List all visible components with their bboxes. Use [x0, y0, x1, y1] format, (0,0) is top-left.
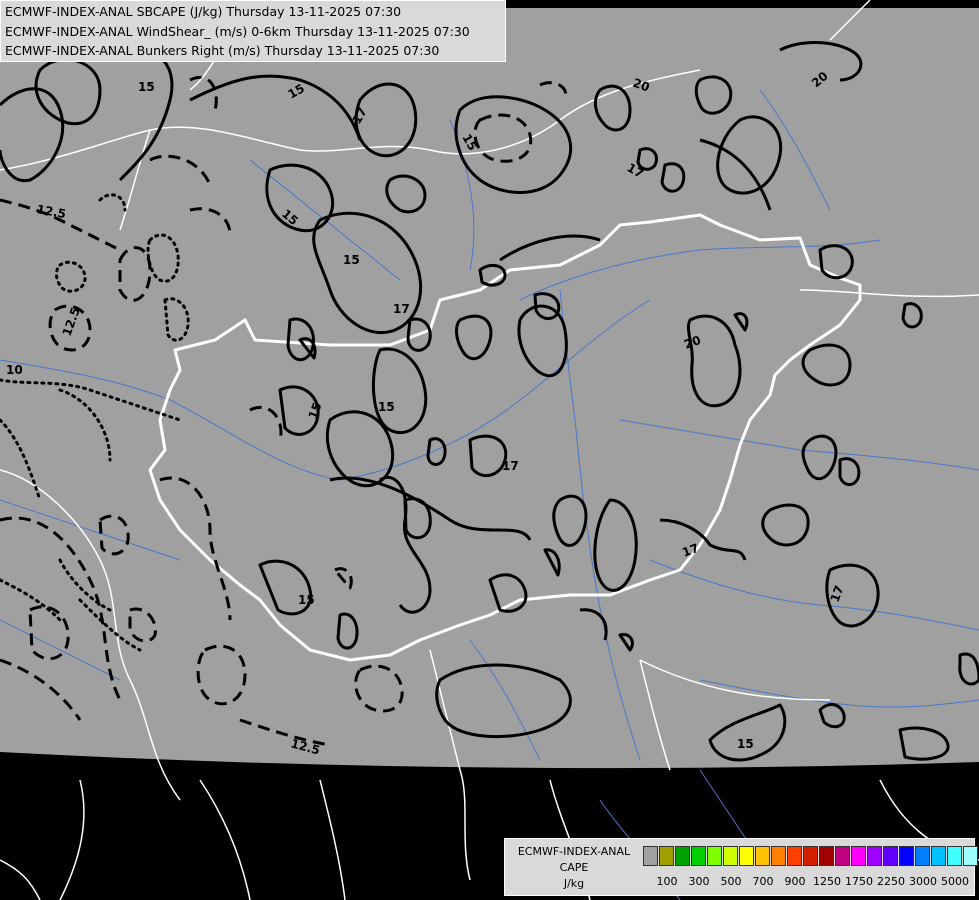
contour-label: 17	[502, 459, 519, 473]
legend-swatch	[931, 846, 946, 866]
contour-label: 15	[737, 737, 754, 751]
legend-swatch	[723, 846, 738, 866]
legend-title-param: CAPE	[559, 861, 589, 874]
contour-label: 15	[378, 400, 395, 414]
contour-label: 17	[393, 302, 410, 316]
contour-label: 10	[6, 363, 23, 377]
legend-swatch	[803, 846, 818, 866]
legend-swatch	[867, 846, 882, 866]
legend-swatch	[899, 846, 914, 866]
chart-title-box: ECMWF-INDEX-ANAL SBCAPE (J/kg) Thursday …	[0, 0, 506, 62]
legend-tick-label: 300	[688, 875, 710, 888]
contour-label: 15	[138, 80, 155, 94]
weather-map: 15 17 20 15 15 15 17 17 20 15 12.5 12.5 …	[0, 0, 979, 900]
legend-swatch	[883, 846, 898, 866]
legend-tick-label: 2250	[877, 875, 905, 888]
legend-tick-label: 1750	[845, 875, 873, 888]
legend-swatch	[819, 846, 834, 866]
title-line-bunkers: ECMWF-INDEX-ANAL Bunkers Right (m/s) Thu…	[5, 43, 440, 58]
cape-legend: ECMWF-INDEX-ANAL CAPE J/kg 100 300 500 700 9…	[504, 838, 978, 896]
legend-title-unit: J/kg	[563, 877, 585, 890]
legend-swatch	[643, 846, 658, 866]
legend-swatch	[755, 846, 770, 866]
legend-tick-label: 100	[656, 875, 678, 888]
title-line-sbcape: ECMWF-INDEX-ANAL SBCAPE (J/kg) Thursday …	[5, 4, 402, 19]
map-viewer: 15 17 20 15 15 15 17 17 20 15 12.5 12.5 …	[0, 0, 979, 900]
legend-swatch	[915, 846, 930, 866]
legend-tick-label: 5000	[941, 875, 969, 888]
contour-label: 15	[343, 253, 360, 267]
title-line-windshear: ECMWF-INDEX-ANAL WindShear_ (m/s) 0-6km …	[5, 24, 470, 39]
legend-tick-label: 500	[720, 875, 742, 888]
legend-tick-label: 3000	[909, 875, 937, 888]
legend-swatch	[835, 846, 850, 866]
legend-swatch	[787, 846, 802, 866]
legend-swatch	[739, 846, 754, 866]
legend-tick-label: 900	[784, 875, 806, 888]
legend-color-scale	[643, 846, 979, 866]
legend-swatch	[851, 846, 866, 866]
legend-swatch	[707, 846, 722, 866]
legend-swatch	[963, 846, 978, 866]
legend-swatch	[771, 846, 786, 866]
legend-tick-label: 700	[752, 875, 774, 888]
legend-title-model: ECMWF-INDEX-ANAL	[517, 845, 631, 858]
legend-swatch	[947, 846, 962, 866]
data-domain	[0, 8, 979, 769]
legend-swatch	[691, 846, 706, 866]
contour-label: 15	[298, 593, 315, 607]
legend-swatch	[675, 846, 690, 866]
legend-swatch	[659, 846, 674, 866]
legend-tick-label: 1250	[813, 875, 841, 888]
